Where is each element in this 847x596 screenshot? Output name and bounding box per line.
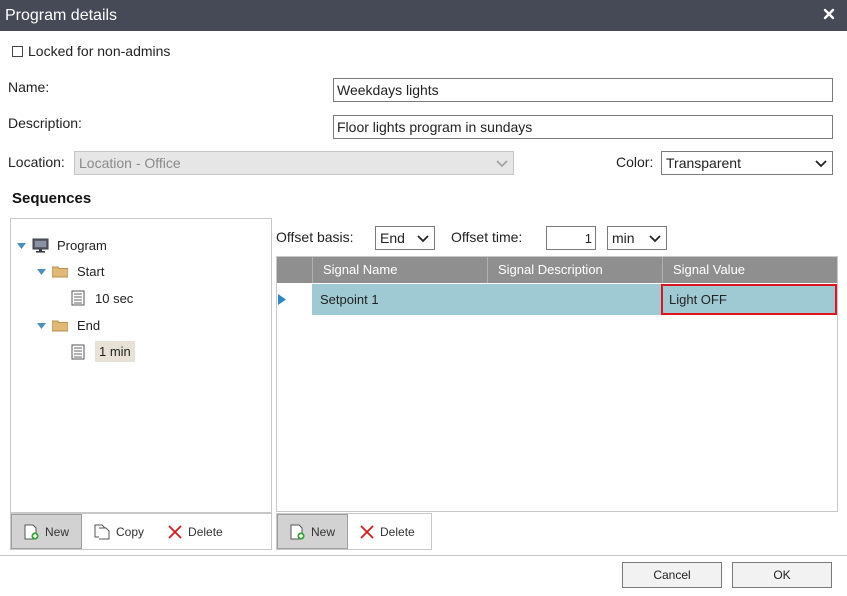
tree-label-start: Start bbox=[77, 263, 105, 279]
column-header-signal-value[interactable]: Signal Value bbox=[662, 257, 837, 283]
signal-delete-button[interactable]: Delete bbox=[348, 514, 427, 549]
chevron-down-icon bbox=[417, 235, 429, 243]
tree-node-start[interactable]: Start bbox=[37, 263, 104, 279]
column-header-signal-description[interactable]: Signal Description bbox=[487, 257, 662, 283]
delete-x-icon bbox=[360, 524, 374, 539]
color-value: Transparent bbox=[666, 155, 741, 171]
offset-time-label: Offset time: bbox=[451, 229, 523, 245]
tree-node-end[interactable]: End bbox=[37, 317, 100, 333]
offset-basis-value: End bbox=[380, 230, 405, 246]
monitor-icon bbox=[32, 237, 50, 253]
locked-checkbox[interactable] bbox=[12, 45, 23, 57]
location-value: Location - Office bbox=[79, 155, 181, 171]
tree-label-1min: 1 min bbox=[95, 341, 135, 362]
chevron-down-icon bbox=[496, 160, 508, 168]
locked-label: Locked for non-admins bbox=[28, 43, 171, 59]
offset-basis-label: Offset basis: bbox=[276, 229, 354, 245]
expand-triangle-icon[interactable] bbox=[37, 321, 46, 330]
sequence-copy-label: Copy bbox=[116, 524, 145, 539]
folder-icon bbox=[52, 263, 70, 279]
new-document-icon bbox=[290, 524, 305, 540]
cell-signal-name: Setpoint 1 bbox=[320, 292, 379, 307]
location-label: Location: bbox=[8, 154, 65, 170]
close-icon[interactable] bbox=[823, 8, 835, 20]
folder-icon bbox=[52, 317, 70, 333]
sequence-delete-button[interactable]: Delete bbox=[156, 514, 235, 549]
expand-triangle-icon[interactable] bbox=[37, 267, 46, 276]
new-document-icon bbox=[24, 524, 39, 540]
column-header-signal-name[interactable]: Signal Name bbox=[312, 257, 487, 283]
description-field[interactable] bbox=[333, 115, 833, 139]
name-field[interactable] bbox=[333, 78, 833, 102]
sequences-toolbar: New Copy Delete bbox=[10, 513, 272, 550]
tree-node-1min[interactable]: 1 min bbox=[70, 341, 135, 362]
sequence-new-button[interactable]: New bbox=[11, 514, 83, 549]
document-icon bbox=[70, 290, 88, 306]
chevron-down-icon bbox=[815, 160, 827, 168]
footer-separator bbox=[0, 555, 847, 556]
table-row[interactable]: Setpoint 1 Light OFF bbox=[312, 284, 837, 315]
document-icon bbox=[70, 344, 88, 360]
dialog-titlebar: Program details bbox=[0, 0, 847, 31]
locked-row[interactable]: Locked for non-admins bbox=[12, 43, 170, 59]
chevron-down-icon bbox=[649, 235, 661, 243]
offset-unit-select[interactable]: min bbox=[607, 226, 667, 250]
offset-unit-value: min bbox=[612, 230, 635, 246]
color-label: Color: bbox=[616, 154, 654, 170]
signals-toolbar: New Delete bbox=[276, 513, 432, 550]
tree-node-10sec[interactable]: 10 sec bbox=[70, 290, 133, 306]
cell-signal-description bbox=[487, 284, 662, 315]
delete-x-icon bbox=[168, 524, 182, 539]
tree-node-program[interactable]: Program bbox=[17, 237, 107, 253]
sequence-delete-label: Delete bbox=[188, 524, 223, 539]
sequence-copy-button[interactable]: Copy bbox=[82, 514, 156, 549]
cancel-button[interactable]: Cancel bbox=[622, 562, 722, 588]
description-label: Description: bbox=[8, 115, 82, 131]
signals-grid: Signal Name Signal Description Signal Va… bbox=[276, 256, 838, 512]
offset-time-input[interactable] bbox=[546, 226, 596, 250]
expand-triangle-icon[interactable] bbox=[17, 241, 26, 250]
offset-basis-select[interactable]: End bbox=[375, 226, 435, 250]
signal-delete-label: Delete bbox=[380, 524, 415, 539]
row-indicator-icon bbox=[278, 294, 286, 305]
sequences-tree: Program Start 10 sec End 1 min bbox=[10, 218, 272, 513]
ok-button[interactable]: OK bbox=[732, 562, 832, 588]
signals-grid-header: Signal Name Signal Description Signal Va… bbox=[277, 257, 837, 283]
signal-new-label: New bbox=[311, 524, 336, 539]
sequences-title: Sequences bbox=[12, 190, 92, 207]
color-select[interactable]: Transparent bbox=[661, 151, 833, 175]
copy-icon bbox=[94, 524, 110, 539]
tree-label-program: Program bbox=[57, 237, 107, 253]
name-label: Name: bbox=[8, 79, 50, 95]
signal-new-button[interactable]: New bbox=[277, 514, 349, 549]
dialog-title: Program details bbox=[5, 7, 118, 24]
sequence-new-label: New bbox=[45, 524, 70, 539]
tree-label-end: End bbox=[77, 317, 101, 333]
tree-label-10sec: 10 sec bbox=[95, 290, 134, 306]
location-select: Location - Office bbox=[74, 151, 514, 175]
cell-signal-value[interactable]: Light OFF bbox=[661, 284, 837, 315]
